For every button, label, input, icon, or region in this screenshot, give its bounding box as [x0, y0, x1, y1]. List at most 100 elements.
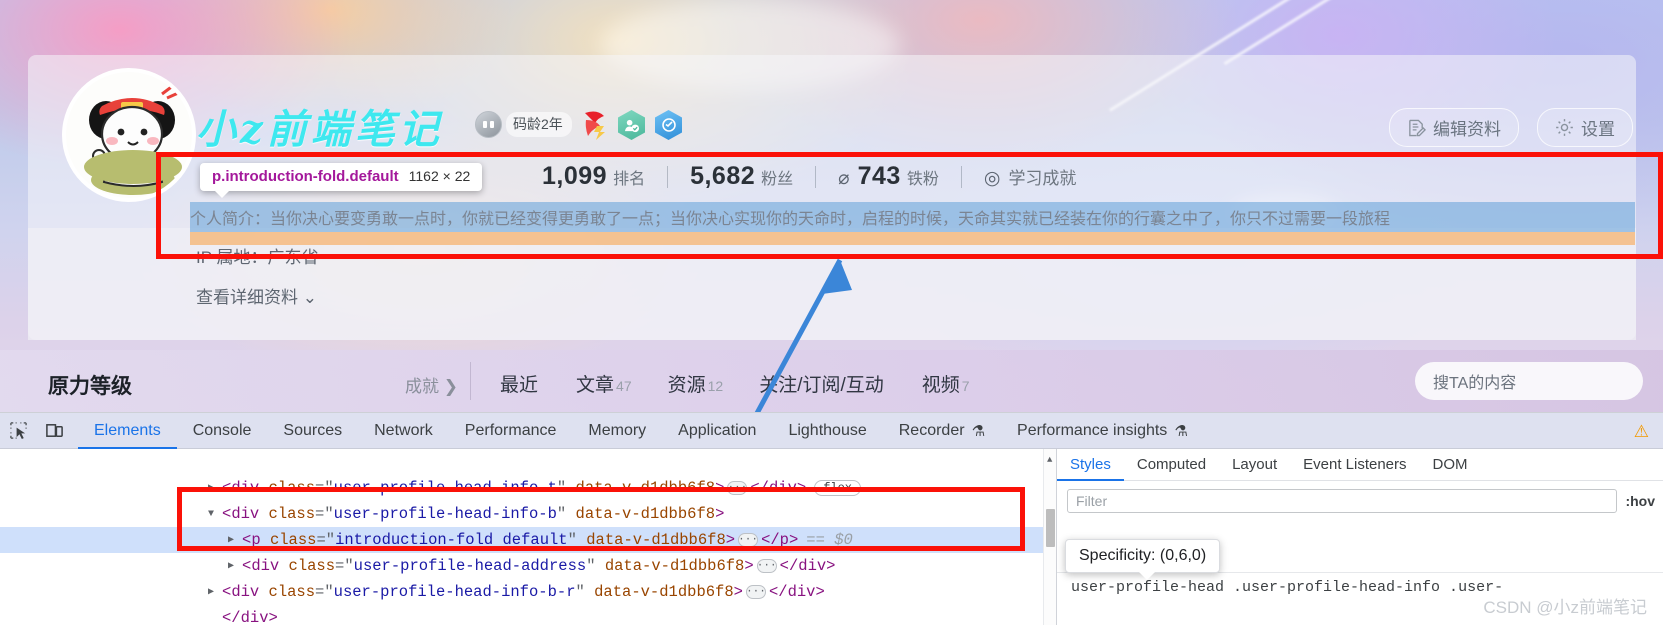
stat-iron-fans[interactable]: ⌀ 743 铁粉 [816, 162, 961, 191]
expand-ellipsis-button[interactable]: ··· [727, 481, 748, 495]
tab-videos[interactable]: 视频 7 [922, 370, 970, 397]
table-row[interactable]: ▶ < div class =" user-profile-head-info-b-r… [0, 579, 1056, 605]
devtools-tab-strip: Elements Console Sources Network Perform… [78, 413, 1204, 449]
warning-icon[interactable]: ⚠ [1634, 422, 1649, 442]
tab-videos-label: 视频 [921, 375, 960, 396]
profile-content-tabs: 最近 文章 47 资源 12 关注/订阅/互动 视频 7 [500, 370, 970, 397]
iron-fan-icon: ⌀ [838, 168, 850, 189]
stat-fans[interactable]: 5,682 粉丝 [668, 162, 815, 191]
tab-performance-insights[interactable]: Performance insights ⚗ [1001, 413, 1204, 449]
devtools-toolbar: Elements Console Sources Network Perform… [0, 413, 1663, 449]
scroll-up-arrow-icon[interactable]: ▲ [1047, 455, 1052, 465]
collapse-triangle-icon[interactable]: ▼ [208, 509, 222, 520]
tab-recorder[interactable]: Recorder ⚗ [883, 413, 1001, 449]
tab-network[interactable]: Network [358, 413, 449, 449]
tooltip-dimensions: 1162 × 22 [408, 168, 471, 184]
expand-triangle-icon[interactable]: ▶ [208, 482, 222, 494]
community-badge-icon[interactable] [655, 110, 682, 140]
tab-console[interactable]: Console [177, 413, 268, 449]
profile-nickname: 小z前端笔记 [196, 106, 443, 153]
tab-resources-label: 资源 [667, 375, 706, 396]
dollar-zero-marker: == $0 [806, 531, 853, 549]
stat-iron-fans-value: 743 [857, 162, 901, 190]
achievement-link[interactable]: 成就 ❯ [405, 372, 458, 397]
tab-follow[interactable]: 关注/订阅/互动 [759, 370, 886, 397]
dom-tree-scrollbar[interactable]: ▲ [1043, 449, 1056, 625]
tab-computed[interactable]: Computed [1124, 449, 1219, 481]
expand-triangle-icon[interactable]: ▶ [228, 534, 242, 546]
expand-ellipsis-button[interactable]: ··· [738, 533, 759, 547]
tooltip-selector: p.introduction-fold.default [212, 168, 399, 185]
tab-performance[interactable]: Performance [449, 413, 573, 449]
blog-expert-badge-icon[interactable] [580, 110, 608, 140]
dom-tree-pane[interactable]: ▶ < div class =" user-profile-head-info-t " … [0, 449, 1056, 625]
tab-dom[interactable]: DOM [1420, 449, 1481, 481]
table-row[interactable]: </div> [0, 605, 1056, 625]
expand-triangle-icon[interactable]: ▶ [228, 560, 242, 572]
screenshot-root: 小z前端笔记 码龄2年 编辑资料 设置 1,099 排名 5,682 粉丝 ⌀ … [0, 0, 1663, 625]
expand-triangle-icon[interactable]: ▶ [208, 586, 222, 598]
avatar-ground-shape [84, 150, 182, 184]
tab-application[interactable]: Application [662, 413, 772, 449]
flex-badge[interactable]: flex [814, 480, 861, 496]
stat-fans-label: 粉丝 [761, 171, 794, 188]
avatar[interactable] [62, 68, 196, 202]
devtools-body: ▶ < div class =" user-profile-head-info-t " … [0, 449, 1663, 625]
styles-tab-strip: Styles Computed Layout Event Listeners D… [1057, 449, 1663, 481]
profile-stats-row: 1,099 排名 5,682 粉丝 ⌀ 743 铁粉 ◎ 学习成就 [520, 162, 1098, 191]
tab-follow-label: 关注/订阅/互动 [759, 375, 884, 396]
verified-user-badge-icon[interactable] [618, 110, 645, 140]
styles-filter-row: Filter :hov [1057, 481, 1663, 513]
tab-elements[interactable]: Elements [78, 413, 177, 449]
stat-learning-achievement[interactable]: ◎ 学习成就 [962, 164, 1099, 190]
scrollbar-thumb[interactable] [1046, 509, 1055, 547]
watermark: CSDN @小z前端笔记 [1483, 598, 1647, 617]
tab-articles[interactable]: 文章 47 [576, 370, 632, 397]
settings-button[interactable]: 设置 [1537, 108, 1633, 147]
expand-ellipsis-button[interactable]: ··· [756, 559, 777, 573]
code-age-label: 码龄2年 [506, 112, 572, 137]
hov-toggle[interactable]: :hov [1625, 493, 1655, 509]
tab-resources[interactable]: 资源 12 [668, 370, 724, 397]
device-toolbar-icon[interactable] [36, 413, 72, 449]
tab-recent-label: 最近 [500, 375, 539, 396]
achievement-icon: ◎ [983, 167, 1001, 189]
force-level-title: 原力等级 [48, 375, 132, 398]
tab-styles[interactable]: Styles [1057, 449, 1124, 481]
flask-icon: ⚗ [971, 422, 986, 440]
gear-icon [1556, 119, 1573, 136]
edit-document-icon [1409, 119, 1426, 136]
tab-lighthouse[interactable]: Lighthouse [772, 413, 882, 449]
element-inspect-tooltip: p.introduction-fold.default 1162 × 22 [200, 163, 483, 198]
tab-event-listeners[interactable]: Event Listeners [1290, 449, 1419, 481]
devtools-panel: Elements Console Sources Network Perform… [0, 412, 1663, 625]
honor-badge-row [580, 110, 682, 140]
expand-ellipsis-button[interactable]: ··· [745, 585, 766, 599]
css-rule-selector[interactable]: user-profile-head .user-profile-head-inf… [1071, 579, 1503, 596]
table-row[interactable]: ▼ < div class =" user-profile-head-info-b " … [0, 501, 1056, 527]
tab-recent[interactable]: 最近 [500, 370, 540, 397]
table-row[interactable]: ▶ < div class =" user-profile-head-info-t " … [0, 475, 1056, 501]
search-placeholder: 搜TA的内容 [1433, 375, 1517, 392]
stat-rank[interactable]: 1,099 排名 [520, 162, 667, 191]
table-row-selected[interactable]: ▶ < p class =" introduction-fold default " d… [0, 527, 1056, 553]
browser-page: 小z前端笔记 码龄2年 编辑资料 设置 1,099 排名 5,682 粉丝 ⌀ … [0, 0, 1663, 412]
code-age-badge-group: 码龄2年 [475, 111, 572, 138]
profile-head-actions: 编辑资料 设置 [1389, 108, 1633, 147]
table-row[interactable]: ▶ < div class =" user-profile-head-address "… [0, 553, 1056, 579]
stat-fans-value: 5,682 [690, 162, 756, 190]
search-input[interactable]: 搜TA的内容 [1415, 362, 1643, 400]
introduction-margin-overlay [190, 232, 1635, 245]
tab-sources[interactable]: Sources [267, 413, 358, 449]
tab-layout[interactable]: Layout [1219, 449, 1290, 481]
tab-memory[interactable]: Memory [572, 413, 662, 449]
tab-articles-count: 47 [616, 378, 632, 394]
view-detail-link[interactable]: 查看详细资料 ⌄ [196, 283, 317, 308]
stat-rank-value: 1,099 [542, 162, 608, 190]
flask-icon: ⚗ [1174, 422, 1188, 440]
inspect-element-icon[interactable] [0, 413, 36, 449]
settings-label: 设置 [1581, 120, 1615, 139]
styles-filter-input[interactable]: Filter [1067, 489, 1618, 513]
ip-address-text: IP 属地：广东省 [196, 248, 319, 267]
edit-profile-button[interactable]: 编辑资料 [1389, 108, 1519, 147]
